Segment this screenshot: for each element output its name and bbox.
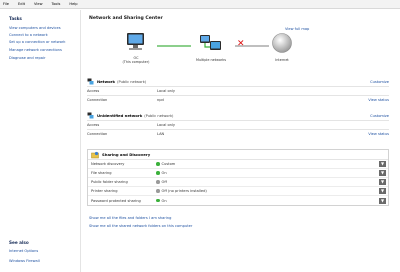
- sharing-label: Printer sharing: [91, 189, 118, 193]
- row-value: LAN: [157, 132, 165, 136]
- sharing-row-printer-sharing: Printer sharing Off (no printers install…: [88, 187, 388, 196]
- expand-button[interactable]: ▼: [379, 188, 386, 194]
- network-section-1: Network (Public network) Customize Acces…: [87, 77, 389, 104]
- network-type: (Public network): [144, 113, 174, 118]
- status-text: Off (no printers installed): [161, 189, 207, 193]
- map-multiple-networks[interactable]: Multiple networks: [191, 32, 231, 62]
- tasks-heading: Tasks: [9, 16, 22, 21]
- status-off-icon: [156, 180, 160, 184]
- row-value: Local only: [157, 89, 176, 93]
- link-internet-options[interactable]: Internet Options: [9, 249, 38, 253]
- sidebar: Tasks View computers and devices Connect…: [0, 10, 80, 272]
- computer-icon: [127, 33, 144, 50]
- sharing-row-public-folder: Public folder sharing Off ▼: [88, 178, 388, 187]
- map-internet[interactable]: Internet: [267, 32, 297, 62]
- status-off-icon: [156, 189, 160, 193]
- sharing-label: Public folder sharing: [91, 180, 128, 184]
- table-row: Connection LAN View status: [87, 129, 389, 138]
- task-diagnose-repair[interactable]: Diagnose and repair: [9, 56, 45, 60]
- row-key: Connection: [87, 132, 108, 136]
- sharing-row-network-discovery: Network discovery Custom ▼: [88, 160, 388, 169]
- sharing-status: On: [156, 199, 379, 203]
- menu-bar: File Edit View Tools Help: [0, 0, 400, 9]
- network-header: Network (Public network) Customize: [87, 77, 389, 86]
- expand-button[interactable]: ▼: [379, 170, 386, 176]
- sharing-header: Sharing and Discovery: [88, 150, 388, 160]
- sharing-status: Custom: [156, 162, 379, 166]
- customize-link[interactable]: Customize: [370, 80, 389, 84]
- view-status-link[interactable]: View status: [368, 98, 389, 102]
- expand-button[interactable]: ▼: [379, 197, 386, 204]
- sharing-row-file-sharing: File sharing On ▼: [88, 169, 388, 178]
- main-content: Network and Sharing Center View full map…: [80, 10, 400, 272]
- row-key: Connection: [87, 98, 108, 102]
- status-text: On: [161, 171, 167, 175]
- network-icon: [87, 78, 94, 85]
- network-icon: [87, 112, 94, 119]
- view-full-map-link[interactable]: View full map: [285, 27, 309, 31]
- expand-button[interactable]: ▼: [379, 161, 386, 167]
- menu-file[interactable]: File: [3, 2, 9, 6]
- menu-tools[interactable]: Tools: [52, 2, 61, 6]
- disconnected-x-icon: ✕: [237, 39, 245, 49]
- network-header: Unidentified network (Public network) Cu…: [87, 111, 389, 120]
- sharing-label: Network discovery: [91, 162, 125, 166]
- task-connect-network[interactable]: Connect to a network: [9, 33, 48, 37]
- status-on-icon: [156, 171, 160, 175]
- customize-link[interactable]: Customize: [370, 114, 389, 118]
- network-icon: [200, 35, 221, 50]
- sharing-discovery-panel: Sharing and Discovery Network discovery …: [87, 149, 389, 206]
- sharing-status: On: [156, 171, 379, 175]
- view-status-link[interactable]: View status: [368, 132, 389, 136]
- table-row: Connection npd View status: [87, 95, 389, 104]
- pc-sublabel: (This computer): [122, 60, 150, 65]
- networks-label: Multiple networks: [195, 58, 227, 62]
- menu-view[interactable]: View: [34, 2, 43, 6]
- row-value: Local only: [157, 123, 176, 127]
- sharing-icon: [91, 151, 99, 158]
- network-section-2: Unidentified network (Public network) Cu…: [87, 111, 389, 138]
- show-shared-folders-link[interactable]: Show me all the shared network folders o…: [89, 224, 192, 228]
- map-this-computer[interactable]: OC (This computer): [119, 32, 153, 64]
- connection-line-pc: [157, 45, 191, 47]
- sharing-row-password-protected: Password protected sharing On ▼: [88, 196, 388, 205]
- table-row: Access Local only: [87, 86, 389, 95]
- row-value: npd: [157, 98, 164, 102]
- sharing-title: Sharing and Discovery: [102, 152, 151, 157]
- row-key: Access: [87, 123, 100, 127]
- sharing-status: Off: [156, 180, 379, 184]
- link-windows-firewall[interactable]: Windows Firewall: [9, 259, 40, 263]
- status-text: On: [161, 198, 167, 203]
- row-key: Access: [87, 89, 100, 93]
- sharing-label: Password protected sharing: [91, 198, 141, 203]
- sharing-label: File sharing: [91, 171, 112, 175]
- network-name: Network: [97, 79, 116, 84]
- task-setup-connection[interactable]: Set up a connection or network: [9, 40, 65, 44]
- status-on-icon: [156, 162, 160, 166]
- task-manage-connections[interactable]: Manage network connections: [9, 48, 62, 52]
- sharing-status: Off (no printers installed): [156, 189, 379, 193]
- page-title: Network and Sharing Center: [89, 16, 163, 21]
- network-type: (Public network): [117, 79, 147, 84]
- status-text: Custom: [161, 162, 176, 166]
- task-view-computers[interactable]: View computers and devices: [9, 26, 61, 30]
- status-on-icon: [156, 198, 160, 203]
- status-text: Off: [161, 180, 167, 184]
- see-also-heading: See also: [9, 240, 29, 245]
- internet-label: Internet: [275, 58, 289, 62]
- network-name: Unidentified network: [97, 113, 143, 118]
- globe-icon: [272, 33, 292, 53]
- show-shared-files-link[interactable]: Show me all the files and folders I am s…: [89, 216, 171, 220]
- table-row: Access Local only: [87, 120, 389, 129]
- menu-edit[interactable]: Edit: [18, 2, 25, 6]
- expand-button[interactable]: ▼: [379, 179, 386, 185]
- menu-help[interactable]: Help: [69, 2, 77, 6]
